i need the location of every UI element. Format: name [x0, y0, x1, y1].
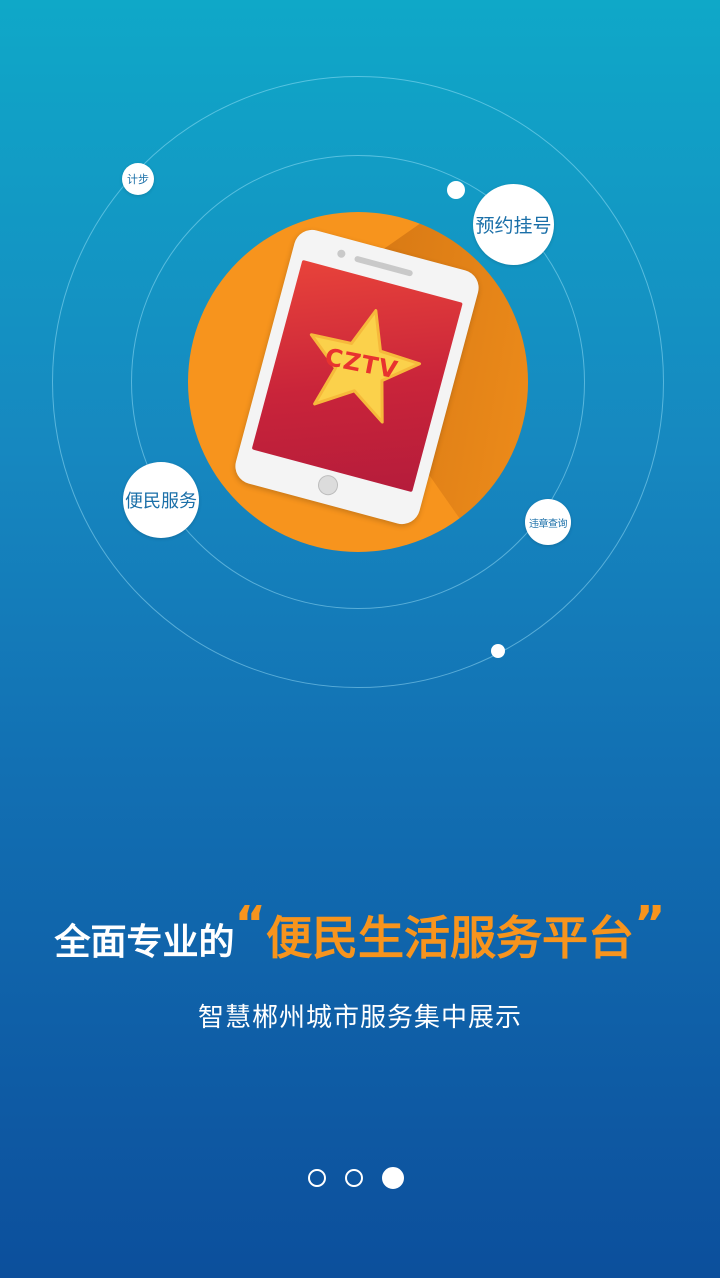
phone-speaker-icon — [353, 255, 414, 277]
feature-bubble-steps: 计步 — [122, 163, 154, 195]
orbit-dot — [491, 644, 505, 658]
feature-bubble-label: 违章查询 — [529, 518, 568, 530]
headline-close-quote: ” — [634, 896, 666, 952]
phone-home-button-icon — [315, 472, 341, 498]
page-indicator — [308, 1167, 404, 1189]
page-dot-2[interactable] — [345, 1169, 363, 1187]
page-dot-3-active[interactable] — [382, 1167, 404, 1189]
feature-bubble-label: 便民服务 — [125, 491, 197, 512]
splash-screen: CZTV 计步 预约挂号 便民服务 违章查询 全面专业的“便民生活服务平台” 智… — [0, 0, 720, 1278]
feature-bubble-convenience: 便民服务 — [123, 462, 199, 538]
subtitle: 智慧郴州城市服务集中展示 — [197, 1003, 522, 1033]
feature-bubble-label: 计步 — [127, 173, 149, 186]
feature-bubble-label: 预约挂号 — [475, 215, 552, 237]
phone-screen: CZTV — [251, 259, 463, 493]
star-logo-icon: CZTV — [288, 289, 435, 436]
page-dot-1[interactable] — [308, 1169, 326, 1187]
feature-bubble-appointment: 预约挂号 — [473, 184, 554, 265]
headline: 全面专业的“便民生活服务平台” — [0, 896, 720, 968]
headline-highlight: 便民生活服务平台 — [266, 911, 634, 965]
phone-camera-icon — [336, 248, 347, 259]
feature-bubble-violation-query: 违章查询 — [525, 499, 571, 545]
headline-prefix: 全面专业的 — [54, 922, 235, 963]
headline-open-quote: “ — [234, 896, 266, 952]
orbit-dot — [447, 181, 465, 199]
